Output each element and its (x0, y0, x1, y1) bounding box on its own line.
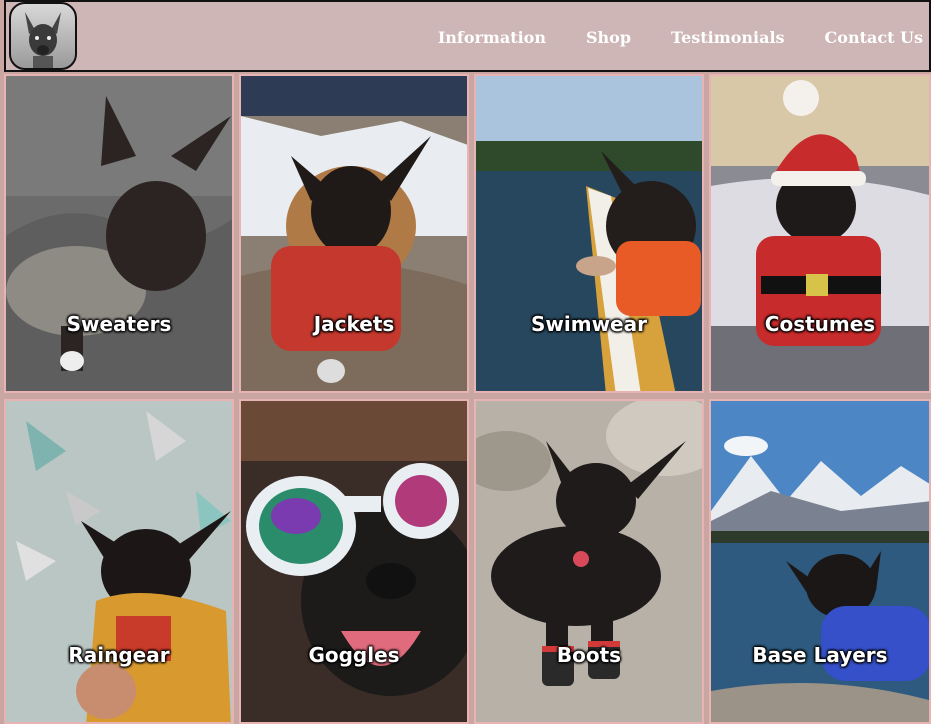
nav-testimonials[interactable]: Testimonials (671, 28, 785, 47)
category-label: Sweaters (66, 312, 172, 336)
category-tile-swimwear[interactable]: Swimwear (474, 74, 704, 393)
nav-shop[interactable]: Shop (586, 28, 631, 47)
dog-portrait-icon (25, 12, 61, 68)
boots-photo (476, 401, 702, 722)
nav-information[interactable]: Information (438, 28, 546, 47)
category-tile-goggles[interactable]: Goggles (239, 399, 469, 724)
category-tile-base-layers[interactable]: Base Layers (709, 399, 931, 724)
swimwear-photo (476, 76, 702, 391)
logo[interactable] (9, 2, 77, 70)
raingear-photo (6, 401, 232, 722)
category-label: Jackets (313, 312, 395, 336)
main-nav: Information Shop Testimonials Contact Us (438, 28, 923, 47)
jackets-photo (241, 76, 467, 391)
category-label: Boots (556, 643, 622, 667)
category-label: Raingear (68, 643, 170, 667)
site-header: Information Shop Testimonials Contact Us (4, 0, 931, 72)
category-tile-costumes[interactable]: Costumes (709, 74, 931, 393)
base-layers-photo (711, 401, 929, 722)
category-label: Goggles (308, 643, 400, 667)
category-label: Base Layers (752, 643, 888, 667)
category-tile-jackets[interactable]: Jackets (239, 74, 469, 393)
category-tile-sweaters[interactable]: Sweaters (4, 74, 234, 393)
sweaters-photo (6, 76, 232, 391)
costumes-photo (711, 76, 929, 391)
category-tile-raingear[interactable]: Raingear (4, 399, 234, 724)
category-label: Swimwear (531, 312, 647, 336)
category-tile-boots[interactable]: Boots (474, 399, 704, 724)
category-label: Costumes (764, 312, 876, 336)
nav-contact-us[interactable]: Contact Us (825, 28, 923, 47)
goggles-photo (241, 401, 467, 722)
